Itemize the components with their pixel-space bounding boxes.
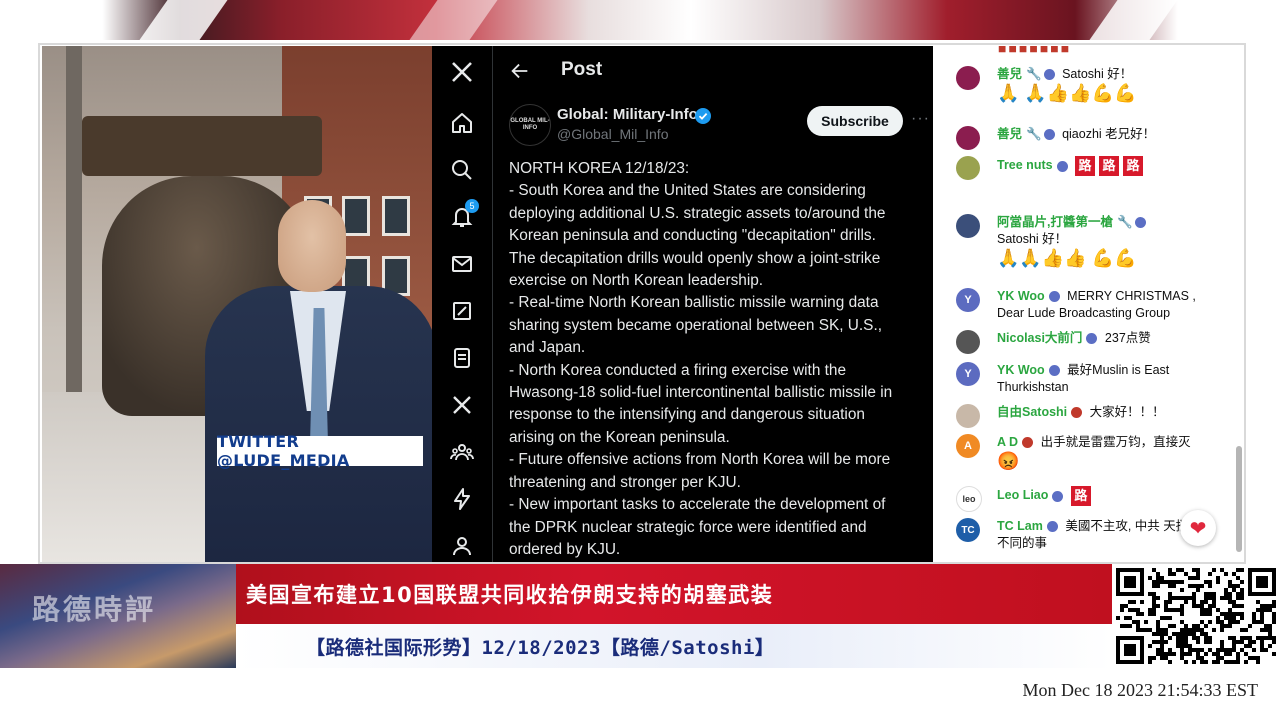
- chat-author[interactable]: 善兒: [997, 67, 1022, 81]
- chat-author[interactable]: Tree nuts: [997, 158, 1053, 172]
- chat-author[interactable]: 善兒: [997, 127, 1022, 141]
- post-line: - North Korea conducted a firing exercis…: [509, 361, 847, 379]
- chat-author[interactable]: 阿當晶片,打醬第一槍: [997, 215, 1113, 229]
- window: [382, 196, 410, 236]
- chat-author[interactable]: A D: [997, 435, 1018, 449]
- bell-icon[interactable]: 5: [448, 199, 479, 231]
- qr-code: [1112, 564, 1280, 668]
- window: [342, 196, 370, 236]
- post-line: Hwasong-18 solid-fuel intercontinental b…: [509, 384, 893, 402]
- post-line: - Future offensive actions from North Ko…: [509, 451, 891, 469]
- x-logo-icon[interactable]: [448, 58, 476, 86]
- chat-author[interactable]: YK Woo: [997, 363, 1045, 377]
- timestamp: Mon Dec 18 2023 21:54:33 EST: [1022, 680, 1259, 700]
- subscribe-button[interactable]: Subscribe: [807, 106, 903, 136]
- post-line: threatening and stronger per KJU.: [509, 473, 741, 491]
- back-arrow-icon[interactable]: [509, 60, 531, 82]
- chat-author[interactable]: TC Lam: [997, 519, 1043, 533]
- post-line: and Japan.: [509, 339, 586, 357]
- chat-text: qiaozhi 老兄好！: [1062, 127, 1156, 141]
- post-column: Post GLOBAL MIL-INFO Global: Military-In…: [493, 46, 933, 562]
- post-line: exercise on North Korean leadership.: [509, 272, 764, 290]
- x-post-view: 5 Post GLOBAL MIL-INFO Global: Military-…: [432, 46, 933, 562]
- chat-emojis: 路: [1070, 486, 1091, 506]
- post-line: response to the intensifying and dangero…: [509, 406, 865, 424]
- chat-avatar[interactable]: A: [956, 434, 980, 458]
- post-line: the DPRK nuclear strategic force were id…: [509, 518, 867, 536]
- post-line: Korean peninsula and conducting "decapit…: [509, 227, 876, 245]
- chat-author[interactable]: YK Woo: [997, 289, 1045, 303]
- post-line: The decapitation drills would openly sho…: [509, 249, 881, 267]
- home-icon[interactable]: [448, 109, 476, 137]
- chat-text: Satoshi 好！: [997, 232, 1068, 246]
- chat-avatar[interactable]: [956, 126, 980, 150]
- chat-text: Satoshi 好！: [1062, 67, 1133, 81]
- grok-icon[interactable]: [448, 297, 476, 325]
- communities-icon[interactable]: [448, 438, 476, 466]
- lu-emoji: 路: [1123, 156, 1144, 176]
- lightning-icon[interactable]: [448, 485, 476, 513]
- chat-emojis: 🙏 🙏👍👍💪💪: [997, 83, 1137, 103]
- post-header: Post: [493, 46, 933, 96]
- post-text: NORTH KOREA 12/18/23: - South Korea and …: [509, 158, 933, 561]
- chat-avatar[interactable]: [956, 156, 980, 180]
- post-line: deploying additional U.S. strategic asse…: [509, 204, 886, 222]
- chat-emojis: 😡: [997, 451, 1020, 471]
- heart-reaction-button[interactable]: ❤: [1180, 510, 1216, 546]
- premium-x-icon[interactable]: [448, 391, 476, 419]
- chat-avatar[interactable]: [956, 214, 980, 238]
- verified-badge-icon: [695, 108, 711, 124]
- search-icon[interactable]: [448, 156, 476, 184]
- host-video: [42, 46, 432, 562]
- chat-avatar[interactable]: [956, 404, 980, 428]
- x-sidebar-nav: 5: [432, 46, 493, 562]
- profile-icon[interactable]: [448, 532, 476, 560]
- top-banner: [0, 0, 1280, 40]
- twitter-handle-tag: TWITTER @LUDE_MEDIA: [217, 432, 423, 470]
- chat-text: 237点赞: [1104, 331, 1151, 345]
- chat-author[interactable]: Nicolasi大前门: [997, 331, 1082, 345]
- lower-third: 路德時評 美国宣布建立10国联盟共同收拾伊朗支持的胡塞武装 【路德社国际形势】1…: [0, 564, 1280, 668]
- lists-icon[interactable]: [448, 344, 476, 372]
- show-logo: 路德時評: [0, 564, 236, 668]
- more-options-icon[interactable]: ···: [911, 110, 930, 128]
- post-line: - Real-time North Korean ballistic missi…: [509, 294, 879, 312]
- post-line: arising on the Korean peninsula.: [509, 428, 730, 446]
- chat-author[interactable]: Leo Liao: [997, 488, 1048, 502]
- chat-text: 出手就是雷霆万钧，直接灭: [1040, 435, 1191, 449]
- bell-yoke: [82, 116, 322, 176]
- lu-emoji: 路: [1099, 156, 1120, 176]
- post-line: NORTH KOREA 12/18/23:: [509, 160, 690, 177]
- chat-avatar[interactable]: Y: [956, 288, 980, 312]
- notification-count-badge: 5: [465, 199, 479, 213]
- chat-avatar[interactable]: Y: [956, 362, 980, 386]
- chat-avatar[interactable]: [956, 330, 980, 354]
- post-line: ordered by KJU.: [509, 540, 621, 558]
- host-head: [278, 200, 346, 292]
- chat-avatar[interactable]: TC: [956, 518, 980, 542]
- chat-text: 大家好！！！: [1089, 405, 1165, 419]
- chat-overflow-emojis: ■■■■■■■: [998, 46, 1072, 56]
- chat-author[interactable]: 自由Satoshi: [997, 405, 1067, 419]
- author-handle[interactable]: @Global_Mil_Info: [557, 126, 669, 142]
- show-logo-text: 路德時評: [32, 593, 157, 626]
- page-title: Post: [561, 59, 603, 80]
- chat-scrollbar[interactable]: [1236, 446, 1242, 552]
- subline-bar: 【路德社国际形势】12/18/2023【路德/Satoshi】: [236, 624, 1112, 668]
- author-avatar[interactable]: GLOBAL MIL-INFO: [509, 104, 551, 146]
- post-line: sharing system became operational betwee…: [509, 316, 882, 334]
- mail-icon[interactable]: [448, 250, 476, 278]
- live-chat: ■■■■■■■ 善兒 🔧 Satoshi 好！ 🙏 🙏👍👍💪💪 善兒 🔧 qiaoz…: [934, 46, 1244, 562]
- post-line: - New important tasks to accelerate the …: [509, 496, 886, 514]
- chat-avatar[interactable]: leo: [956, 486, 982, 512]
- post-line: - South Korea and the United States are …: [509, 182, 866, 200]
- headline: 美国宣布建立10国联盟共同收拾伊朗支持的胡塞武装: [246, 583, 774, 607]
- author-name[interactable]: Global: Military-Info: [557, 106, 698, 123]
- headline-bar: 美国宣布建立10国联盟共同收拾伊朗支持的胡塞武装: [236, 564, 1112, 624]
- lu-emoji: 路: [1075, 156, 1096, 176]
- chat-avatar[interactable]: [956, 66, 980, 90]
- chat-emojis: 🙏🙏👍👍 💪💪: [997, 248, 1137, 268]
- subline: 【路德社国际形势】12/18/2023【路德/Satoshi】: [306, 636, 775, 659]
